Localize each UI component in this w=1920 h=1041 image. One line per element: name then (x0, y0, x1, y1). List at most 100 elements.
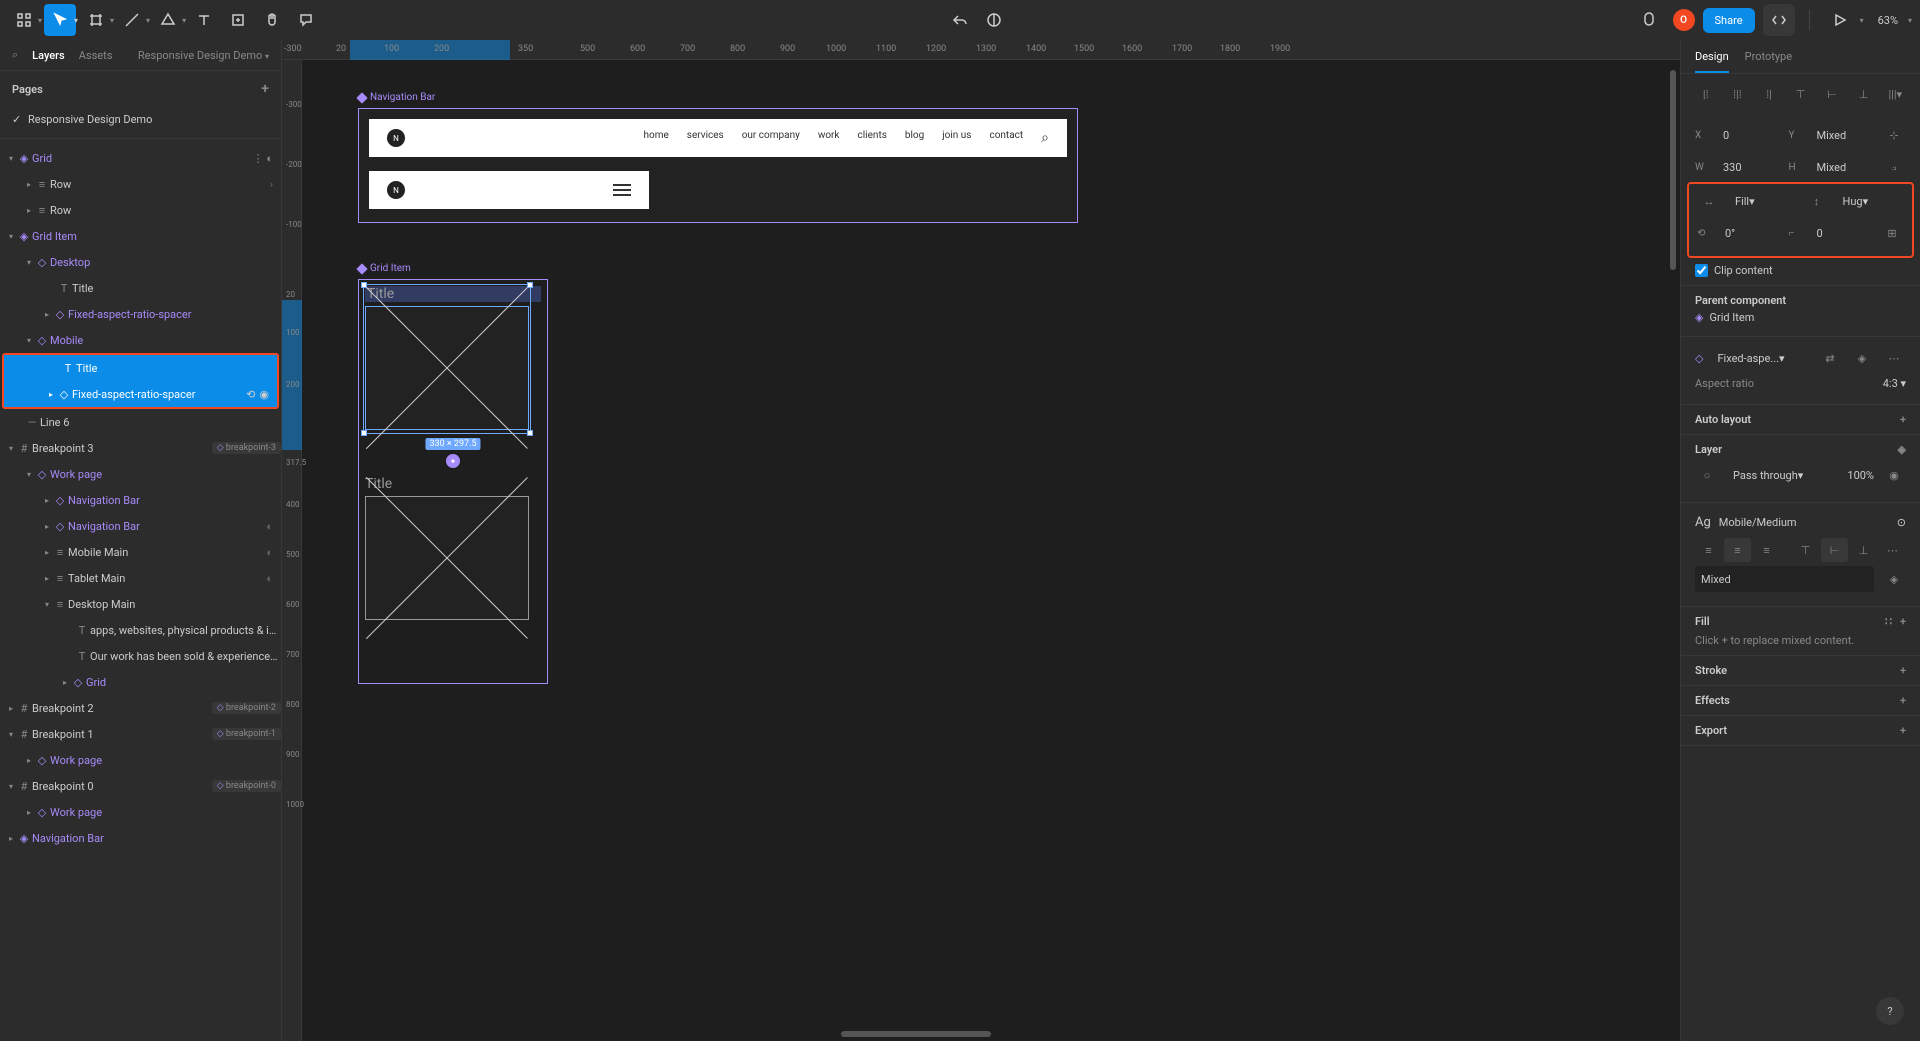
hand-tool-button[interactable] (256, 4, 288, 36)
text-right-button[interactable]: ≡ (1753, 538, 1780, 562)
resize-icon[interactable]: ↕ (1805, 189, 1829, 213)
frame-tool-button[interactable] (80, 4, 112, 36)
zoom-level[interactable]: 63% (1872, 14, 1904, 27)
style-icon[interactable]: ◈ (1882, 567, 1906, 591)
tab-prototype[interactable]: Prototype (1745, 50, 1792, 73)
comment-tool-button[interactable] (290, 4, 322, 36)
layer-style-button[interactable]: ◈ (1898, 443, 1906, 456)
h-input[interactable]: Mixed (1811, 154, 1875, 180)
add-stroke-button[interactable]: + (1900, 664, 1906, 677)
style-detail-icon[interactable]: ⊙ (1897, 516, 1906, 529)
vertical-scrollbar[interactable] (1670, 70, 1676, 270)
search-icon[interactable]: ⌕ (12, 48, 18, 62)
fill-mode[interactable]: Fill ▾ (1729, 188, 1797, 214)
add-page-button[interactable]: + (261, 81, 269, 97)
w-input[interactable]: 330 (1717, 154, 1781, 180)
layer-work-page[interactable]: ▸◇Work page (0, 799, 281, 825)
more-icon[interactable]: ⋯ (1882, 346, 1906, 370)
move-tool-button[interactable] (44, 4, 76, 36)
resources-tool-button[interactable] (222, 4, 254, 36)
nav-link[interactable]: blog (905, 130, 924, 146)
horizontal-scrollbar[interactable] (841, 1031, 991, 1037)
nav-link[interactable]: contact (989, 130, 1023, 146)
add-effect-button[interactable]: + (1900, 694, 1906, 707)
layer-title[interactable]: TTitle (0, 275, 281, 301)
main-menu-button[interactable] (8, 4, 40, 36)
detach-icon[interactable]: ◈ (1850, 346, 1874, 370)
link-icon[interactable]: ⟓ (1882, 155, 1906, 179)
user-avatar[interactable]: O (1673, 9, 1695, 31)
nav-link[interactable]: join us (942, 130, 971, 146)
dev-mode-button[interactable] (1763, 4, 1795, 36)
nav-link[interactable]: work (818, 130, 840, 146)
layer-mobile[interactable]: ▾◇Mobile (0, 327, 281, 353)
radius-detail-icon[interactable]: ⊞ (1880, 221, 1904, 245)
hamburger-icon[interactable] (613, 184, 631, 196)
file-selector[interactable]: Responsive Design Demo ▾ (138, 49, 269, 62)
layer-text-apps[interactable]: Tapps, websites, physical products & int… (0, 617, 281, 643)
visibility-icon[interactable]: ◉ (259, 388, 269, 401)
layer-grid[interactable]: ▾◈Grid⋮ ◐ (0, 145, 281, 171)
clip-checkbox[interactable] (1695, 264, 1708, 277)
variant-indicator-icon[interactable]: ✦ (446, 454, 460, 468)
add-export-button[interactable]: + (1900, 724, 1906, 737)
layer-work-page[interactable]: ▾◇Work page (0, 461, 281, 487)
layer-nav-bar[interactable]: ▸◇Navigation Bar◐ (0, 513, 281, 539)
text-tool-button[interactable] (188, 4, 220, 36)
shape-tool-button[interactable] (152, 4, 184, 36)
layer-text-work[interactable]: TOur work has been sold & experienced in… (0, 643, 281, 669)
nav-bar-component[interactable]: N home services our company work clients… (358, 108, 1078, 223)
layer-desktop[interactable]: ▾◇Desktop (0, 249, 281, 275)
chevron-down-icon[interactable]: ▾ (1860, 16, 1864, 25)
canvas[interactable]: -300 20 100 200 350 500 600 700 800 900 … (282, 40, 1680, 1041)
layer-row[interactable]: ▸≡Row (0, 197, 281, 223)
constrain-icon[interactable]: ⊹ (1882, 123, 1906, 147)
align-top-button[interactable]: ⊤ (1786, 82, 1816, 106)
swap-icon[interactable]: ⇄ (1818, 346, 1842, 370)
opacity-input[interactable]: 100% (1847, 469, 1874, 482)
share-button[interactable]: Share (1703, 8, 1755, 33)
frame-label-nav[interactable]: Navigation Bar (358, 92, 435, 103)
audio-button[interactable] (1633, 4, 1665, 36)
add-autolayout-button[interactable]: + (1900, 413, 1906, 426)
blend-mode[interactable]: Pass through ▾ (1727, 462, 1839, 488)
present-button[interactable] (1824, 4, 1856, 36)
text-top-button[interactable]: ⊤ (1792, 538, 1819, 562)
add-fill-button[interactable]: + (1900, 615, 1906, 628)
tab-assets[interactable]: Assets (79, 49, 113, 62)
nav-link[interactable]: home (644, 130, 669, 146)
layer-bp3[interactable]: ▾#Breakpoint 3◇ breakpoint-3 (0, 435, 281, 461)
fill-styles-icon[interactable]: ∷ (1885, 615, 1892, 628)
text-more-button[interactable]: ⋯ (1879, 538, 1906, 562)
undo-button[interactable] (944, 4, 976, 36)
unlock-icon[interactable]: ⟲ (246, 388, 255, 401)
text-left-button[interactable]: ≡ (1695, 538, 1722, 562)
layer-bp0[interactable]: ▾#Breakpoint 0◇ breakpoint-0 (0, 773, 281, 799)
align-bottom-button[interactable]: ⊥ (1849, 82, 1879, 106)
search-icon[interactable]: ⌕ (1041, 130, 1049, 146)
layer-line6[interactable]: —Line 6 (0, 409, 281, 435)
layer-grid-item[interactable]: ▾◈Grid Item (0, 223, 281, 249)
hug-mode[interactable]: Hug ▾ (1837, 188, 1905, 214)
layer-work-page[interactable]: ▸◇Work page (0, 747, 281, 773)
align-hcenter-button[interactable]: ⁞|⁞ (1723, 82, 1753, 106)
layer-spacer-selected[interactable]: ▸◇Fixed-aspect-ratio-spacer⟲◉ (4, 381, 277, 407)
resize-icon[interactable]: ↔ (1697, 189, 1721, 213)
align-right-button[interactable]: ⁞| (1754, 82, 1784, 106)
layer-tablet-main[interactable]: ▸≡Tablet Main◐ (0, 565, 281, 591)
nav-link[interactable]: services (687, 130, 724, 146)
chevron-down-icon[interactable]: ▾ (110, 16, 114, 25)
help-button[interactable]: ? (1876, 997, 1904, 1025)
nav-link[interactable]: clients (858, 130, 887, 146)
align-left-button[interactable]: |⁞ (1691, 82, 1721, 106)
tab-design[interactable]: Design (1695, 50, 1729, 73)
chevron-down-icon[interactable]: ▾ (1908, 16, 1912, 25)
distribute-button[interactable]: |||▾ (1880, 82, 1910, 106)
layer-mobile-main[interactable]: ▸≡Mobile Main◐ (0, 539, 281, 565)
layer-bp1[interactable]: ▾#Breakpoint 1◇ breakpoint-1 (0, 721, 281, 747)
layer-bp2[interactable]: ▸#Breakpoint 2◇ breakpoint-2 (0, 695, 281, 721)
text-center-button[interactable]: ≡ (1724, 538, 1751, 562)
variant-select[interactable]: Fixed-aspe... ▾ (1711, 345, 1810, 371)
text-style-name[interactable]: Mobile/Medium (1719, 516, 1797, 529)
aspect-select[interactable]: 4:3 ▾ (1883, 377, 1906, 390)
